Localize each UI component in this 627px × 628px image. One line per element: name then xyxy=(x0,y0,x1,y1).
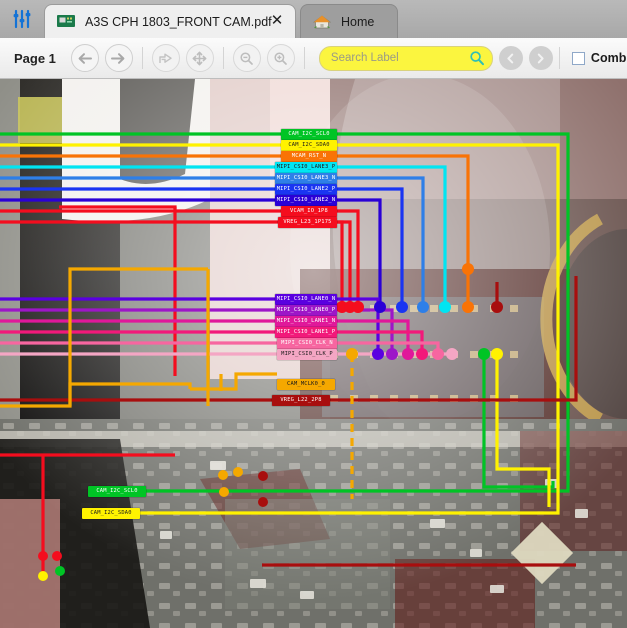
pin-dot-lane2p xyxy=(396,301,408,313)
app-menu-button[interactable] xyxy=(0,0,44,38)
net-label-clk-n[interactable]: MIPI_CSI0_CLK_N xyxy=(277,338,337,349)
arrow-left-icon xyxy=(79,52,93,64)
next-label-button[interactable] xyxy=(528,46,553,70)
arrow-right-icon xyxy=(111,52,125,64)
search-icon[interactable] xyxy=(469,50,485,66)
pin-dot-sda xyxy=(491,348,503,360)
net-label-lane1-p[interactable]: MIPI_CSI0_LANE1_P xyxy=(275,327,337,338)
net-label-cam-mclk0-0[interactable]: CAM_MCLK0_0 xyxy=(277,379,335,390)
prev-label-button[interactable] xyxy=(498,46,523,70)
trace-red-frame-top xyxy=(59,205,177,209)
pin-dot-red-3 xyxy=(352,301,364,313)
pin-dot-rst-via xyxy=(462,263,474,275)
trace-vreg-l23-pin-b xyxy=(337,220,344,304)
via-dot-vreg-2 xyxy=(258,497,268,507)
combine-checkbox[interactable] xyxy=(571,51,585,65)
toolbar-separator-4 xyxy=(558,47,560,69)
trace-vreg-l22-right xyxy=(330,276,578,402)
net-label-lane0-n[interactable]: MIPI_CSI0_LANE0_N xyxy=(275,294,337,305)
trace-lane2-p-pin xyxy=(337,187,404,304)
pin-dot-mclk xyxy=(346,348,358,360)
via-dot-red-1 xyxy=(38,551,48,561)
forward-button[interactable] xyxy=(104,44,133,72)
net-label-cam-i2c-scl0-bottom[interactable]: CAM_I2C_SCL0 xyxy=(88,486,146,497)
trace-cam-mclk0-left xyxy=(0,382,192,408)
pdf-board-icon xyxy=(57,14,77,30)
combine-all-toggle[interactable]: Combine A xyxy=(571,51,627,65)
back-button[interactable] xyxy=(70,44,99,72)
toolbar-separator-2 xyxy=(222,47,224,69)
pin-dot-lane3p xyxy=(439,301,451,313)
via-dot-red-2 xyxy=(52,551,62,561)
pdf-viewer-window: A3S CPH 1803_FRONT CAM.pdf ✕ Home Page 1 xyxy=(0,0,627,628)
net-label-lane1-n[interactable]: MIPI_CSI0_LANE1_N xyxy=(275,316,337,327)
zoom-in-icon xyxy=(274,51,288,65)
pin-dot-lane0n xyxy=(372,348,384,360)
pin-dot-lane0p xyxy=(386,348,398,360)
trace-cam-mclk0-step xyxy=(190,372,277,391)
net-label-clk-p[interactable]: MIPI_CSI0_CLK_P xyxy=(277,349,337,360)
zoom-in-button[interactable] xyxy=(266,44,295,72)
pin-dot-scl xyxy=(478,348,490,360)
tab-bar: A3S CPH 1803_FRONT CAM.pdf ✕ Home xyxy=(0,0,627,39)
share-button[interactable] xyxy=(151,44,180,72)
pin-dot-clkn xyxy=(432,348,444,360)
tab-home-label: Home xyxy=(341,14,375,29)
trace-vcam-io-1p8-pin xyxy=(337,209,360,304)
net-label-lane3-p[interactable]: MIPI_CSI0_LANE3_P xyxy=(275,162,337,173)
trace-cam-i2c-sda0-pin xyxy=(495,354,551,507)
net-label-lane0-p[interactable]: MIPI_CSI0_LANE0_P xyxy=(275,305,337,316)
net-label-cam-i2c-scl0-top[interactable]: CAM_I2C_SCL0 xyxy=(281,129,337,140)
tab-pdf-label: A3S CPH 1803_FRONT CAM.pdf xyxy=(85,14,272,29)
trace-cam-i2c-scl0-pin xyxy=(482,354,555,489)
share-icon xyxy=(159,53,173,63)
home-icon xyxy=(312,14,333,30)
tab-pdf[interactable]: A3S CPH 1803_FRONT CAM.pdf ✕ xyxy=(44,4,296,38)
pin-dot-lane2n xyxy=(374,301,386,313)
net-label-lane2-n[interactable]: MIPI_CSI0_LANE2_N xyxy=(275,195,337,206)
sliders-icon xyxy=(13,9,31,29)
net-label-lane3-n[interactable]: MIPI_CSI0_LANE3_N xyxy=(275,173,337,184)
schematic-canvas[interactable]: CAM_I2C_SCL0 CAM_I2C_SDA0 MCAM_RST_N MIP… xyxy=(0,79,627,628)
toolbar: Page 1 Search Label Comb xyxy=(0,38,627,79)
net-label-vcam-io-1p8[interactable]: VCAM_IO_1P8 xyxy=(281,206,337,217)
zoom-out-icon xyxy=(240,51,254,65)
net-label-mcam-rst-n[interactable]: MCAM_RST_N xyxy=(281,151,337,162)
pin-dot-rst xyxy=(462,301,474,313)
net-label-cam-i2c-sda0-bottom[interactable]: CAM_I2C_SDA0 xyxy=(82,508,140,519)
tab-pdf-close-icon[interactable]: ✕ xyxy=(269,13,285,29)
via-dot-mclk-2 xyxy=(233,467,243,477)
chevron-right-icon xyxy=(538,53,545,63)
chevron-left-icon xyxy=(507,53,514,63)
toolbar-separator-3 xyxy=(303,47,305,69)
via-dot-sda-end xyxy=(38,571,48,581)
pin-dot-lane1p xyxy=(416,348,428,360)
combine-label: Combine A xyxy=(590,51,627,65)
tab-home[interactable]: Home xyxy=(300,4,398,38)
net-label-cam-i2c-sda0-top[interactable]: CAM_I2C_SDA0 xyxy=(281,140,337,151)
page-indicator: Page 1 xyxy=(14,50,56,66)
net-label-lane2-p[interactable]: MIPI_CSI0_LANE2_P xyxy=(275,184,337,195)
pin-dot-vreg-l22 xyxy=(491,301,503,313)
via-dot-mclk-1 xyxy=(218,470,228,480)
net-label-vreg-l23-1p175[interactable]: VREG_L23_1P175 xyxy=(278,217,337,228)
pin-dot-lane3n xyxy=(417,301,429,313)
pin-dot-clkp xyxy=(446,348,458,360)
move-icon xyxy=(193,51,207,65)
pan-button[interactable] xyxy=(185,44,214,72)
trace-lane1-n-pin xyxy=(337,319,410,354)
search-input[interactable] xyxy=(328,51,461,65)
zoom-out-button[interactable] xyxy=(232,44,261,72)
via-dot-vreg-1 xyxy=(258,471,268,481)
via-dot-scl-end xyxy=(55,566,65,576)
toolbar-separator-1 xyxy=(141,47,143,69)
pin-dot-lane1n xyxy=(402,348,414,360)
via-dot-mclk-3 xyxy=(219,487,229,497)
search-label-box[interactable] xyxy=(318,45,493,71)
net-label-vreg-l22-2p8[interactable]: VREG_L22_2P8 xyxy=(272,395,330,406)
